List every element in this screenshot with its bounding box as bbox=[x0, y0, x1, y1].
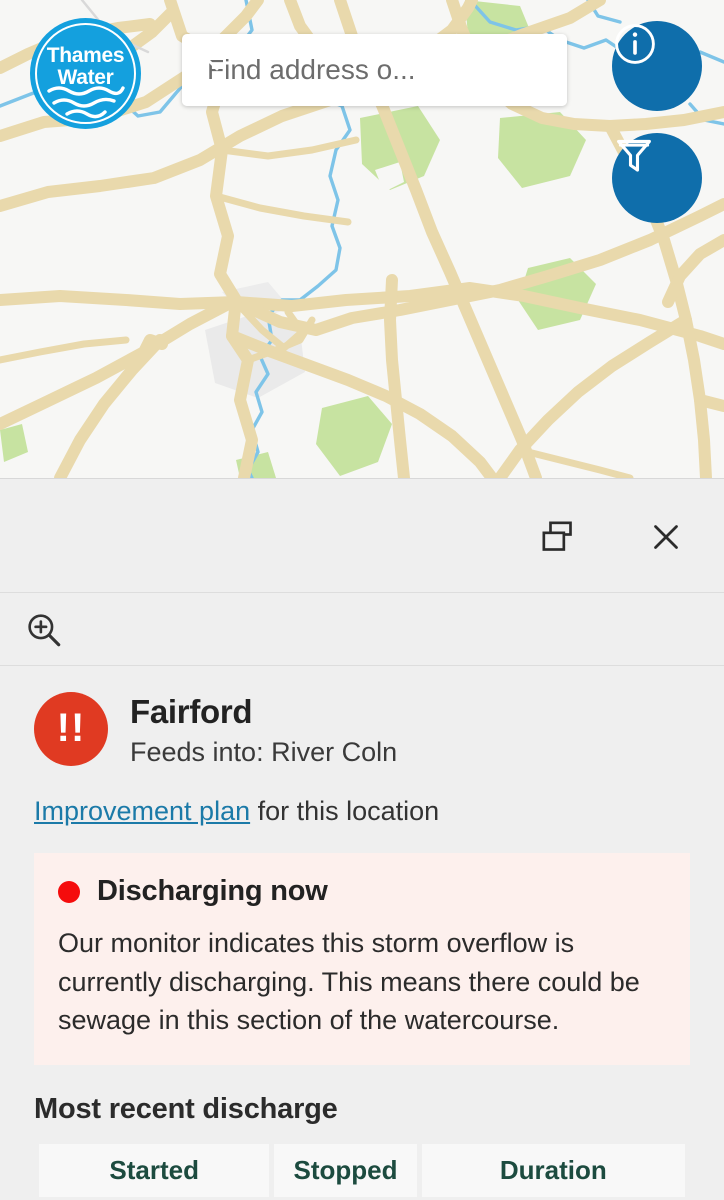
improvement-plan-suffix: for this location bbox=[250, 796, 440, 827]
panel-content: !! Fairford Feeds into: River Coln Impro… bbox=[0, 666, 724, 1200]
zoom-in-icon bbox=[28, 614, 61, 647]
column-header-stopped: Stopped bbox=[274, 1144, 417, 1198]
status-dot-icon bbox=[58, 880, 80, 903]
close-button[interactable] bbox=[638, 509, 694, 565]
search-bar[interactable] bbox=[182, 34, 567, 106]
search-icon bbox=[187, 39, 219, 71]
zoom-in-button[interactable] bbox=[20, 606, 68, 654]
info-button[interactable] bbox=[612, 21, 702, 111]
panel-toolbar bbox=[0, 593, 724, 666]
thames-water-logo[interactable]: Thames Water bbox=[30, 18, 141, 129]
panel-header bbox=[0, 479, 724, 593]
improvement-plan-link[interactable]: Improvement plan bbox=[34, 796, 250, 826]
map-canvas[interactable]: Thames Water bbox=[0, 0, 724, 478]
alert-header: Discharging now bbox=[58, 875, 666, 908]
status-symbol: !! bbox=[56, 706, 86, 750]
logo-waves-icon bbox=[47, 86, 125, 119]
alert-body: Our monitor indicates this storm overflo… bbox=[58, 928, 640, 1035]
column-header-duration: Duration bbox=[421, 1144, 685, 1198]
search-input[interactable] bbox=[182, 34, 567, 106]
app-root: Thames Water Find address o... !! Fairfo… bbox=[0, 0, 724, 1200]
logo-line-1: Thames bbox=[46, 44, 125, 68]
improvement-plan-line: Improvement plan for this location bbox=[34, 796, 690, 827]
filter-button[interactable] bbox=[612, 133, 702, 223]
recent-discharge-table: Started Stopped Duration 03/12/23 12:30 … bbox=[34, 1144, 690, 1200]
restore-windows-icon bbox=[542, 521, 572, 551]
alert-exclamation-icon: !! bbox=[34, 692, 108, 766]
discharging-alert: Discharging now Our monitor indicates th… bbox=[34, 853, 690, 1066]
site-header: !! Fairford Feeds into: River Coln bbox=[34, 690, 690, 770]
filter-funnel-icon bbox=[617, 139, 651, 172]
restore-windows-button[interactable] bbox=[530, 509, 586, 565]
site-title-block: Fairford Feeds into: River Coln bbox=[130, 690, 397, 770]
info-icon bbox=[615, 24, 655, 64]
alert-title: Discharging now bbox=[97, 875, 328, 908]
close-icon bbox=[654, 525, 678, 549]
feature-info-panel: !! Fairford Feeds into: River Coln Impro… bbox=[0, 478, 724, 1200]
recent-discharge-heading: Most recent discharge bbox=[34, 1093, 338, 1126]
page-title: Fairford bbox=[130, 693, 253, 730]
table-header-row: Started Stopped Duration bbox=[39, 1144, 685, 1198]
feeds-into-text: Feeds into: River Coln bbox=[130, 737, 398, 768]
column-header-started: Started bbox=[39, 1144, 270, 1198]
